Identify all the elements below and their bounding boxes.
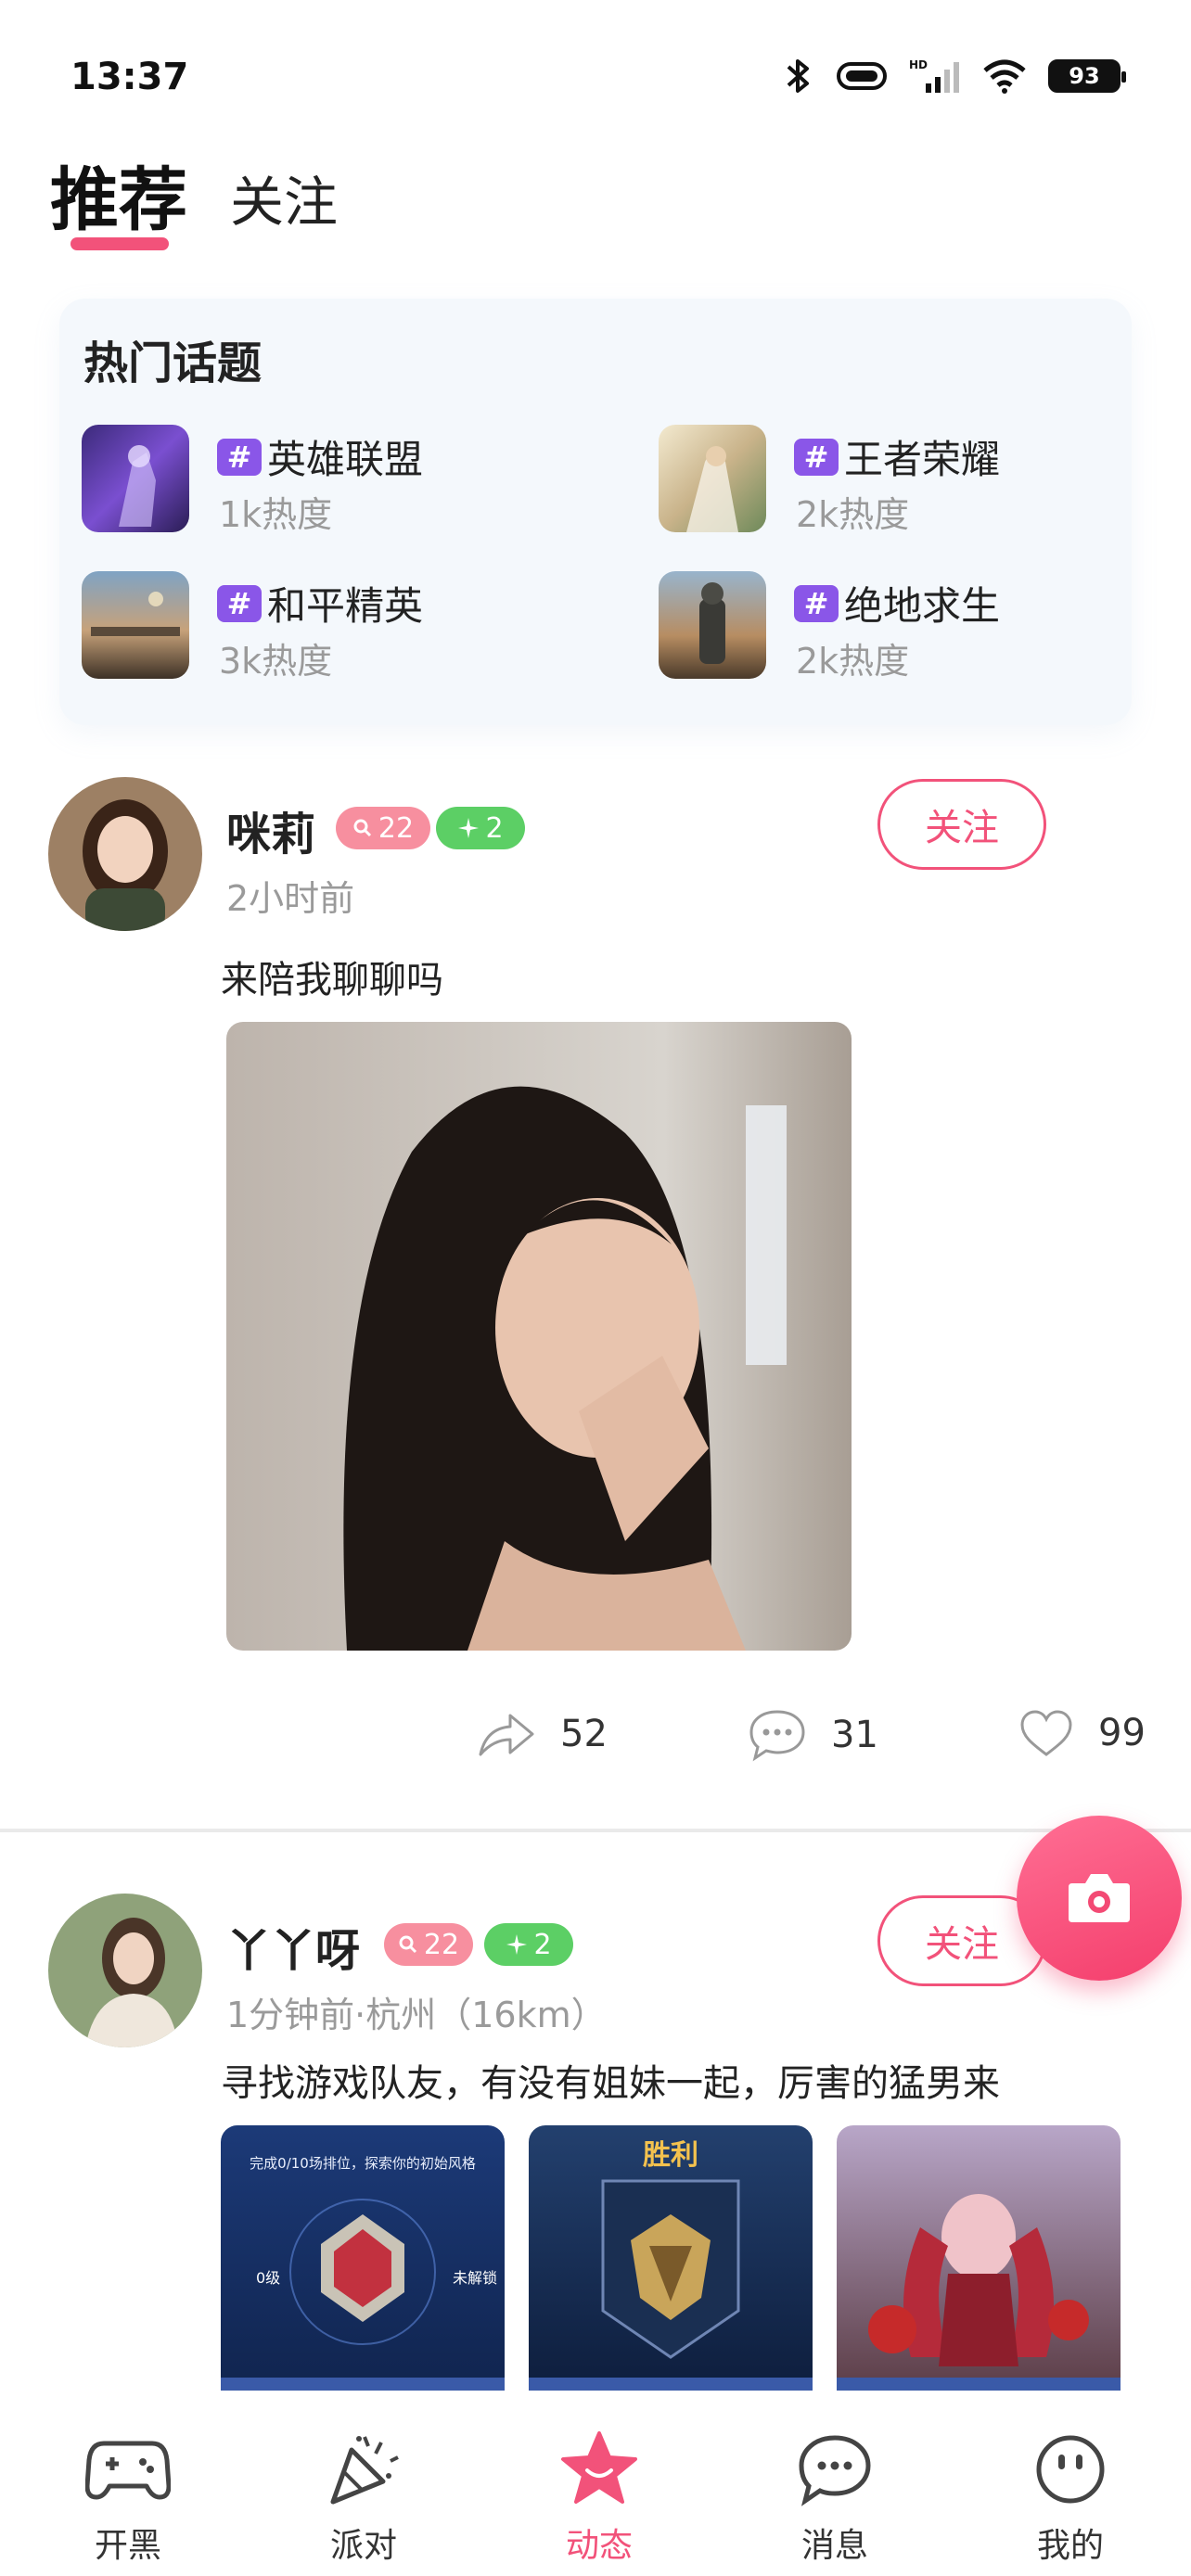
wifi-icon bbox=[983, 59, 1026, 94]
chat-bubble-icon bbox=[799, 2435, 871, 2506]
battery-indicator: 93 bbox=[1048, 59, 1126, 93]
topic-item[interactable]: # 和平精英 3k热度 bbox=[59, 571, 579, 682]
status-bar: 13:37 HD 93 bbox=[0, 0, 1191, 139]
post-time: 2小时前 bbox=[226, 878, 355, 919]
nav-label: 动态 bbox=[565, 2527, 633, 2565]
avatar[interactable] bbox=[48, 1894, 202, 2047]
gamepad-icon bbox=[85, 2441, 171, 2500]
topic-name: # 英雄联盟 bbox=[217, 428, 423, 485]
bluetooth-icon bbox=[787, 59, 809, 93]
nav-item-party[interactable]: 派对 bbox=[289, 2428, 438, 2567]
comment-action[interactable]: 31 bbox=[748, 1708, 878, 1762]
comment-count: 31 bbox=[831, 1714, 878, 1756]
avatar[interactable] bbox=[48, 777, 202, 931]
topic-name: # 王者荣耀 bbox=[794, 428, 1000, 485]
tile-level: 0级 bbox=[256, 2269, 280, 2287]
cellular-signal-icon: HD bbox=[909, 58, 959, 93]
tab-following[interactable]: 关注 bbox=[230, 159, 338, 244]
level-badge-value: 22 bbox=[378, 811, 415, 845]
hashtag-icon: # bbox=[217, 584, 262, 622]
tab-recommend-label: 推荐 bbox=[50, 160, 187, 240]
search-icon bbox=[353, 819, 371, 837]
hot-topics-card: 热门话题 # 英雄联盟 1k热度 # 王者荣耀 2k热度 # 和平精英 3k热度 # 绝… bbox=[59, 299, 1132, 725]
post-text: 寻找游戏队友，有没有姐妹一起，厉害的猛男来 bbox=[221, 2062, 1000, 2105]
post-time-location: 1分钟前·杭州（16km） bbox=[226, 1995, 607, 2035]
nav-label: 派对 bbox=[329, 2527, 397, 2565]
topic-heat: 1k热度 bbox=[219, 494, 333, 535]
nav-item-kaihei[interactable]: 开黑 bbox=[54, 2428, 202, 2567]
share-count: 52 bbox=[560, 1713, 608, 1755]
nav-item-messages[interactable]: 消息 bbox=[761, 2428, 909, 2567]
camera-icon bbox=[1069, 1874, 1130, 1922]
share-icon bbox=[479, 1714, 534, 1756]
hashtag-icon: # bbox=[794, 584, 839, 622]
topic-thumbnail bbox=[82, 571, 189, 679]
topic-thumbnail bbox=[659, 425, 766, 532]
level-badge: 22 bbox=[336, 807, 430, 849]
topic-heat: 3k热度 bbox=[219, 641, 333, 682]
sparkle-icon bbox=[506, 1934, 528, 1955]
post-image-tile[interactable] bbox=[837, 2125, 1121, 2394]
post-divider bbox=[0, 1829, 1191, 1832]
nav-label: 我的 bbox=[1036, 2527, 1104, 2565]
tile-victory: 胜利 bbox=[643, 2139, 698, 2172]
heart-icon bbox=[1020, 1710, 1072, 1756]
sparkle-badge: 2 bbox=[484, 1923, 573, 1966]
topic-name-text: 英雄联盟 bbox=[267, 437, 424, 482]
tab-active-indicator bbox=[70, 237, 169, 250]
star-icon bbox=[561, 2431, 637, 2504]
post-photo[interactable] bbox=[226, 1022, 852, 1651]
hashtag-icon: # bbox=[217, 438, 262, 476]
hot-topics-title: 热门话题 bbox=[83, 338, 263, 389]
topic-item[interactable]: # 王者荣耀 2k热度 bbox=[636, 425, 1156, 536]
hashtag-icon: # bbox=[794, 438, 839, 476]
username[interactable]: 咪莉 bbox=[226, 797, 315, 862]
like-count: 99 bbox=[1098, 1712, 1146, 1754]
battery-level: 93 bbox=[1069, 63, 1100, 89]
sparkle-badge: 2 bbox=[436, 807, 525, 849]
vibrate-icon bbox=[837, 62, 887, 90]
post-image-tile[interactable]: 胜利 bbox=[529, 2125, 813, 2394]
tile-caption: 完成0/10场排位，探索你的初始风格 bbox=[250, 2155, 476, 2172]
topic-name-text: 和平精英 bbox=[267, 583, 424, 629]
feed-tabs: 推荐 关注 bbox=[50, 145, 338, 250]
tab-recommend[interactable]: 推荐 bbox=[50, 145, 187, 250]
topic-thumbnail bbox=[659, 571, 766, 679]
search-icon bbox=[399, 1935, 416, 1954]
sparkle-icon bbox=[458, 818, 480, 838]
level-badge: 22 bbox=[384, 1923, 473, 1966]
post-text: 来陪我聊聊吗 bbox=[221, 959, 443, 1001]
topic-heat: 2k热度 bbox=[796, 494, 910, 535]
topic-name-text: 王者荣耀 bbox=[844, 437, 1001, 482]
nav-label: 消息 bbox=[800, 2527, 868, 2565]
post-image-tile[interactable]: 完成0/10场排位，探索你的初始风格 0级 未解锁 bbox=[221, 2125, 505, 2394]
status-icons: HD 93 bbox=[783, 57, 1126, 95]
nav-item-feed[interactable]: 动态 bbox=[525, 2428, 673, 2567]
topic-heat: 2k热度 bbox=[796, 641, 910, 682]
topic-name: # 和平精英 bbox=[217, 575, 423, 631]
topic-name-text: 绝地求生 bbox=[844, 583, 1001, 629]
sparkle-badge-value: 2 bbox=[485, 811, 504, 845]
topic-thumbnail bbox=[82, 425, 189, 532]
tile-locked: 未解锁 bbox=[453, 2269, 497, 2287]
follow-button[interactable]: 关注 bbox=[877, 779, 1046, 870]
topic-item[interactable]: # 绝地求生 2k热度 bbox=[636, 571, 1156, 682]
face-icon bbox=[1036, 2435, 1105, 2504]
nav-item-profile[interactable]: 我的 bbox=[996, 2428, 1145, 2567]
share-action[interactable]: 52 bbox=[477, 1708, 608, 1760]
comment-icon bbox=[749, 1710, 805, 1762]
bottom-nav: 开黑 派对 动态 消息 我的 bbox=[0, 2391, 1191, 2576]
level-badge-value: 22 bbox=[423, 1928, 460, 1961]
svg-text:HD: HD bbox=[909, 58, 928, 71]
sparkle-badge-value: 2 bbox=[533, 1928, 552, 1961]
like-action[interactable]: 99 bbox=[1018, 1708, 1146, 1758]
topic-item[interactable]: # 英雄联盟 1k热度 bbox=[59, 425, 579, 536]
username[interactable]: 丫丫呀 bbox=[226, 1914, 360, 1979]
nav-label: 开黑 bbox=[94, 2527, 161, 2565]
topic-name: # 绝地求生 bbox=[794, 575, 1000, 631]
status-time: 13:37 bbox=[70, 56, 189, 98]
party-popper-icon bbox=[330, 2436, 399, 2505]
camera-post-button[interactable] bbox=[1017, 1816, 1182, 1981]
